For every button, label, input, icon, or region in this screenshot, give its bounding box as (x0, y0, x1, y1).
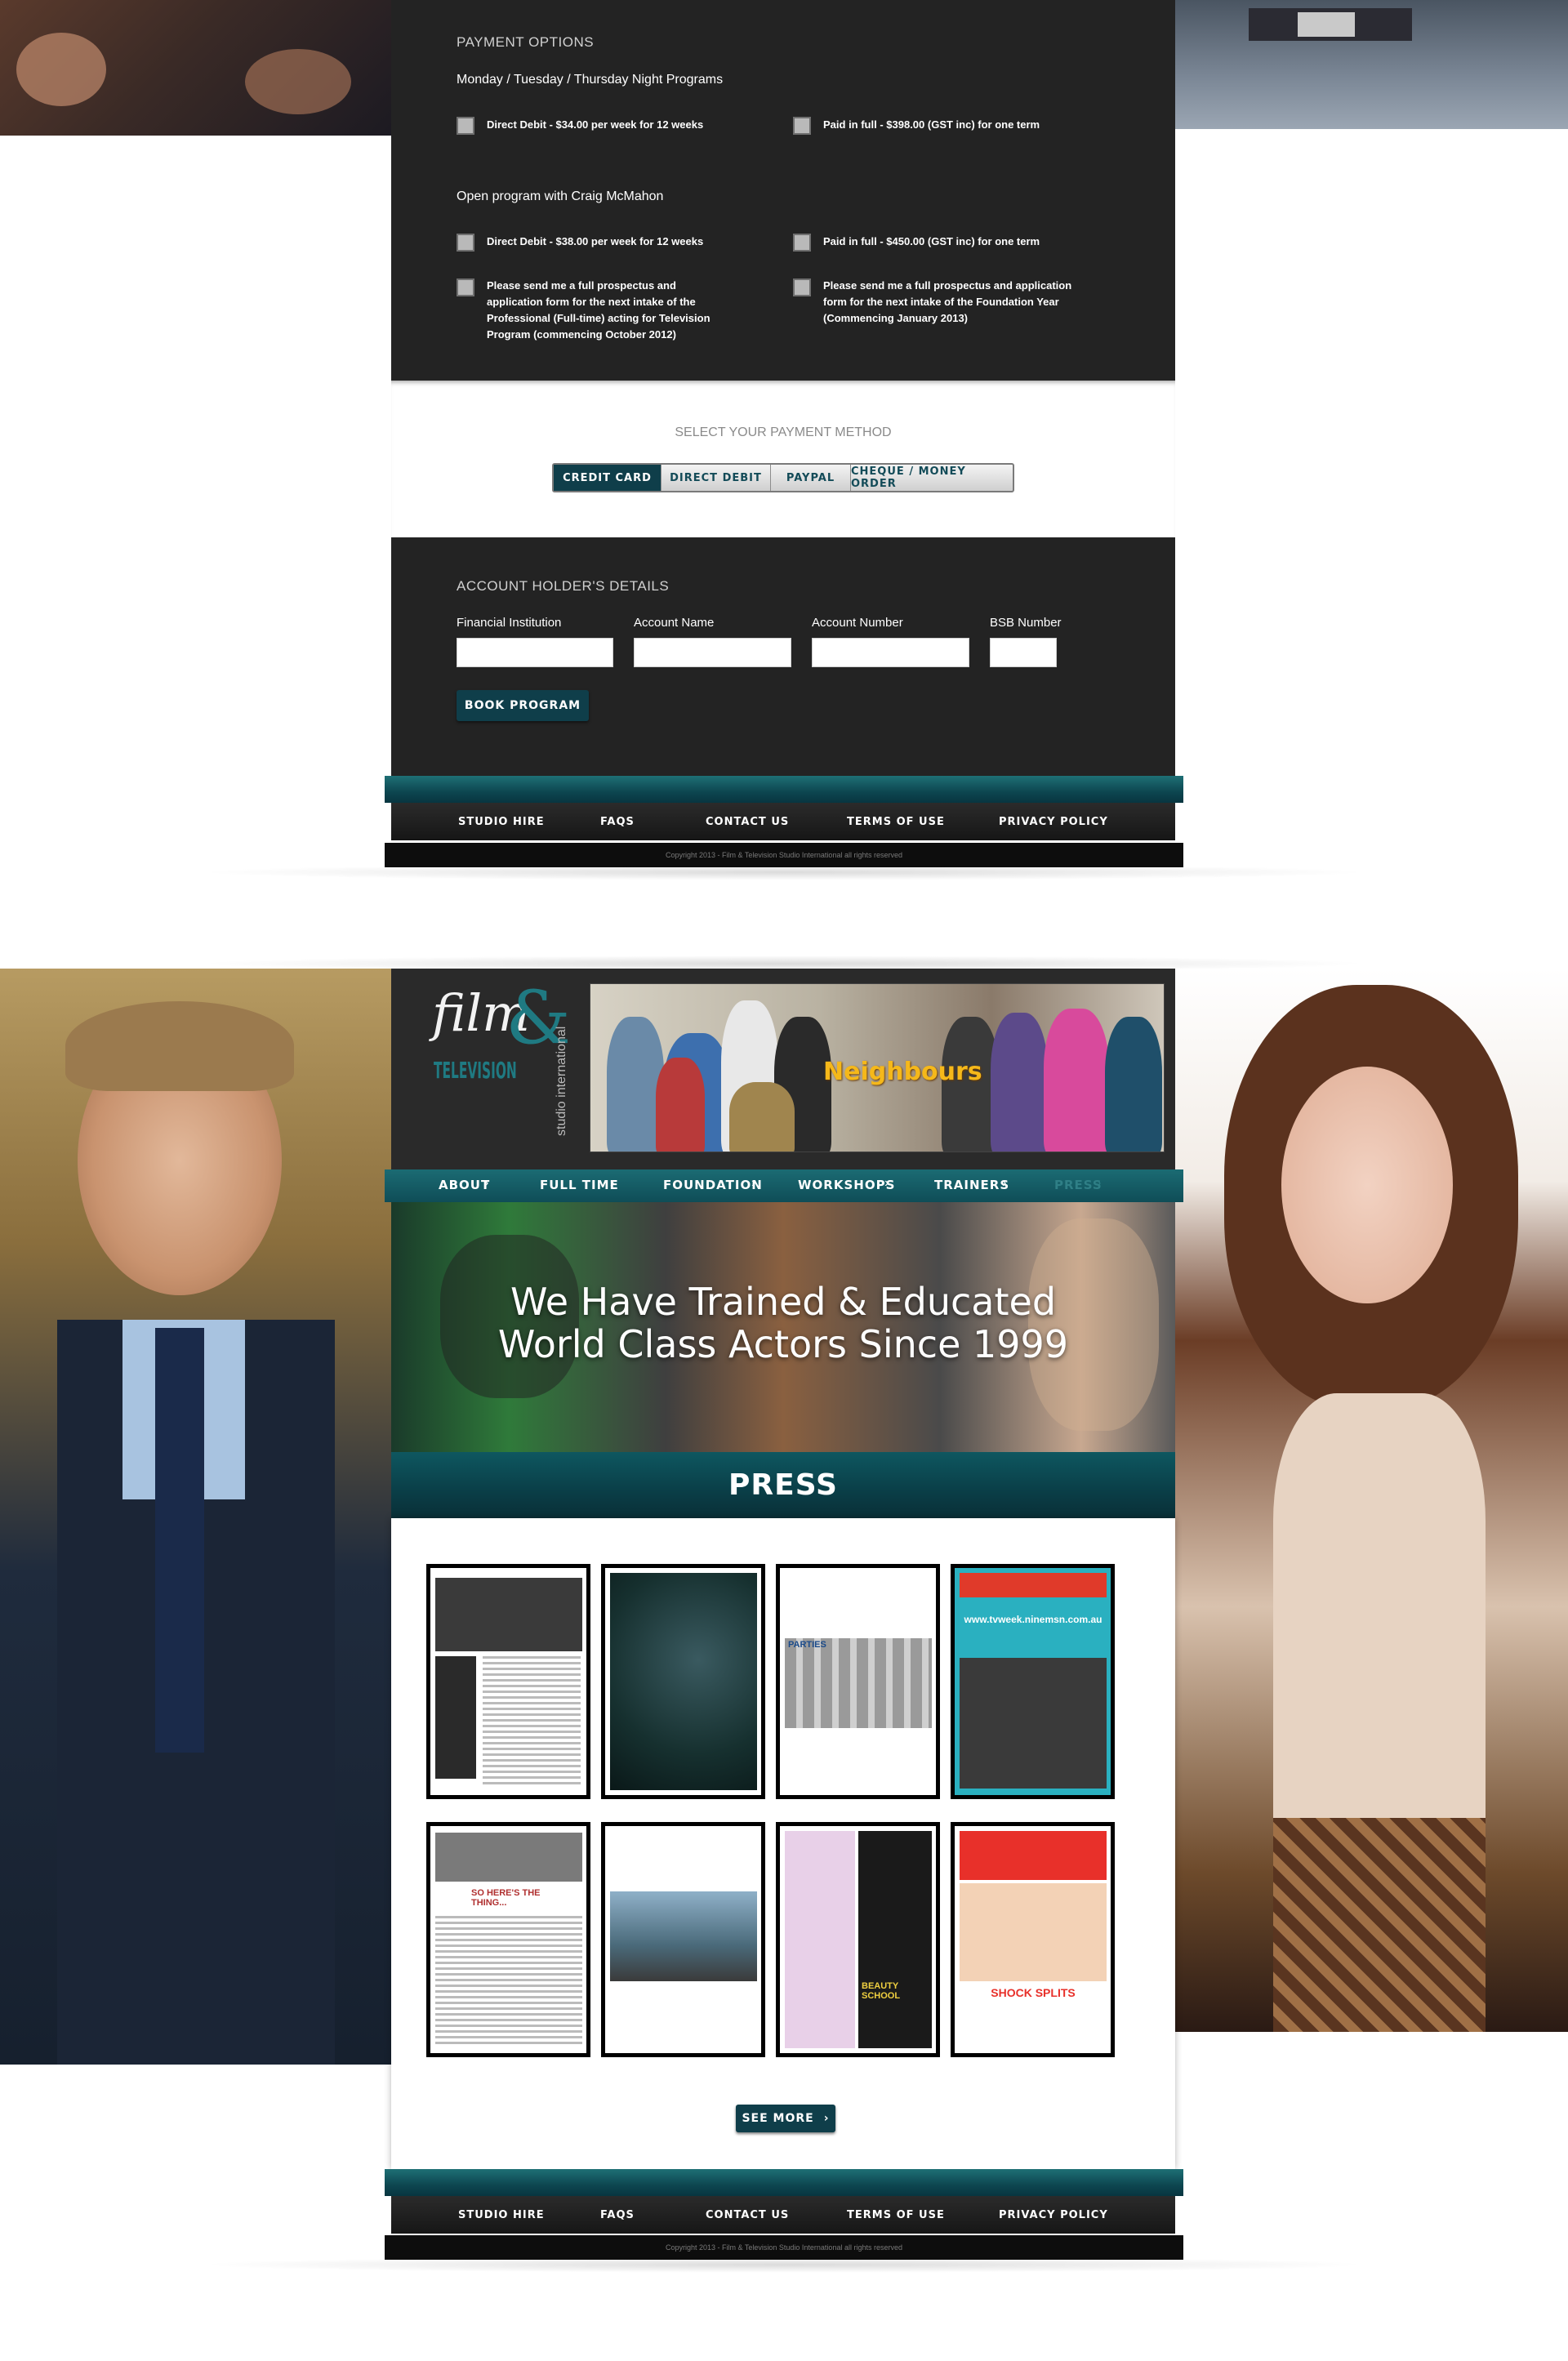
chevron-right-icon: › (1097, 1176, 1102, 1190)
account-holder-heading: ACCOUNT HOLDER'S DETAILS (457, 578, 670, 594)
chevron-right-icon: › (751, 1176, 756, 1190)
nav-item-full-time[interactable]: FULL TIME (540, 1178, 619, 1192)
footer-link-privacy-policy[interactable]: PRIVACY POLICY (999, 2209, 1108, 2221)
banner-neighbours-title: Neighbours (823, 1058, 982, 1086)
bsb-number-input[interactable] (990, 638, 1057, 667)
label-financial-institution: Financial Institution (457, 616, 562, 630)
prospectus-professional-label: Please send me a full prospectus and app… (487, 279, 710, 341)
model-photo-left-top (0, 0, 391, 136)
checkbox-prospectus-foundation[interactable] (793, 278, 811, 296)
financial-institution-input[interactable] (457, 638, 613, 667)
payment-method-panel: SELECT YOUR PAYMENT METHOD (391, 381, 1175, 537)
footer-link-studio-hire[interactable]: STUDIO HIRE (458, 816, 545, 828)
nav-item-press[interactable]: PRESS (1054, 1178, 1102, 1192)
model-photo-right-top (1175, 0, 1568, 129)
press-thumb-caption: SO HERE'S THE THING... (471, 1888, 541, 1908)
see-more-label: SEE MORE (742, 2112, 814, 2125)
group1-paid-in-full-label: Paid in full - $398.00 (GST inc) for one… (823, 118, 1040, 131)
press-content: PARTIES www.tvweek.ninemsn.com.au SO HER… (391, 1518, 1175, 2169)
footer-link-contact-us[interactable]: CONTACT US (706, 2209, 789, 2221)
checkbox-group1-paid-in-full[interactable] (793, 117, 811, 135)
chevron-right-icon: › (1002, 1176, 1007, 1190)
press-thumb-caption: PARTIES (788, 1640, 826, 1650)
book-program-button[interactable]: BOOK PROGRAM (457, 690, 589, 721)
label-account-number: Account Number (812, 616, 903, 630)
group1-title: Monday / Tuesday / Thursday Night Progra… (457, 73, 724, 87)
page-shadow-bottom (196, 2256, 1372, 2273)
chevron-right-icon: › (884, 1176, 889, 1190)
label-account-name: Account Name (634, 616, 715, 630)
payment-method-direct-debit[interactable]: DIRECT DEBIT (662, 465, 771, 491)
group2-paid-in-full-label: Paid in full - $450.00 (GST inc) for one… (823, 235, 1040, 247)
press-thumb[interactable]: BEAUTY SCHOOL (776, 1822, 940, 2057)
press-thumb-caption: www.tvweek.ninemsn.com.au (964, 1614, 1102, 1625)
payment-method-paypal[interactable]: PAYPAL (771, 465, 851, 491)
account-name-input[interactable] (634, 638, 791, 667)
nav-item-about[interactable]: ABOUT (439, 1178, 490, 1192)
page-shadow-top (196, 864, 1372, 880)
press-thumb-caption: BEAUTY SCHOOL (862, 1981, 901, 2001)
main-nav: ABOUT › FULL TIME › FOUNDATION › WORKSHO… (385, 1169, 1183, 1202)
prospectus-foundation-label: Please send me a full prospectus and app… (823, 279, 1072, 324)
nav-item-workshops[interactable]: WORKSHOPS (798, 1178, 895, 1192)
model-photo-right (1175, 969, 1568, 2032)
footer-link-terms-of-use[interactable]: TERMS OF USE (847, 816, 945, 828)
press-thumb[interactable] (601, 1822, 765, 2057)
footer-link-terms-of-use[interactable]: TERMS OF USE (847, 2209, 945, 2221)
footer-accent-bar-top (385, 776, 1183, 803)
payment-method-selector: CREDIT CARD DIRECT DEBIT PAYPAL CHEQUE /… (552, 463, 1014, 492)
checkbox-prospectus-professional[interactable] (457, 278, 474, 296)
footer-link-contact-us[interactable]: CONTACT US (706, 816, 789, 828)
see-more-button[interactable]: SEE MORE › (736, 2105, 835, 2132)
account-holder-panel: ACCOUNT HOLDER'S DETAILS Financial Insti… (391, 537, 1175, 776)
footer-nav-bottom: STUDIO HIRE FAQS CONTACT US TERMS OF USE… (391, 2196, 1175, 2234)
group2-title: Open program with Craig McMahon (457, 189, 664, 203)
nav-item-trainers[interactable]: TRAINERS (934, 1178, 1009, 1192)
hero-headline: We Have Trained & Educated World Class A… (391, 1281, 1175, 1365)
footer-link-studio-hire[interactable]: STUDIO HIRE (458, 2209, 545, 2221)
press-thumb-caption: SHOCK SPLITS (991, 1986, 1076, 1999)
checkbox-group1-direct-debit[interactable] (457, 117, 474, 135)
chevron-right-icon: › (484, 1176, 489, 1190)
payment-method-cheque[interactable]: CHEQUE / MONEY ORDER (851, 465, 1013, 491)
chevron-right-icon: › (823, 2112, 830, 2125)
nav-item-foundation[interactable]: FOUNDATION (663, 1178, 763, 1192)
press-thumb[interactable]: PARTIES (776, 1564, 940, 1799)
group1-direct-debit-label: Direct Debit - $34.00 per week for 12 we… (487, 118, 704, 131)
payment-options-panel: PAYMENT OPTIONS Monday / Tuesday / Thurs… (391, 0, 1175, 381)
press-thumb[interactable] (601, 1564, 765, 1799)
chevron-right-icon: › (610, 1176, 615, 1190)
payment-options-heading: PAYMENT OPTIONS (457, 34, 595, 50)
model-photo-left (0, 969, 391, 2065)
hero-line-1: We Have Trained & Educated (510, 1280, 1057, 1324)
header-banner: Neighbours (590, 983, 1165, 1152)
checkbox-group2-direct-debit[interactable] (457, 234, 474, 252)
payment-method-credit-card[interactable]: CREDIT CARD (554, 465, 662, 491)
hero-line-2: World Class Actors Since 1999 (497, 1322, 1069, 1366)
press-thumb[interactable] (426, 1564, 590, 1799)
payment-method-heading: SELECT YOUR PAYMENT METHOD (675, 425, 892, 439)
footer-nav-top: STUDIO HIRE FAQS CONTACT US TERMS OF USE… (391, 803, 1175, 840)
logo-television-text: TELEVISION (434, 1057, 517, 1084)
press-thumb[interactable]: www.tvweek.ninemsn.com.au (951, 1564, 1115, 1799)
press-thumb[interactable]: SO HERE'S THE THING... (426, 1822, 590, 2057)
group2-direct-debit-label: Direct Debit - $38.00 per week for 12 we… (487, 235, 704, 247)
footer-link-privacy-policy[interactable]: PRIVACY POLICY (999, 816, 1108, 828)
hero-banner: We Have Trained & Educated World Class A… (391, 1202, 1175, 1452)
label-bsb-number: BSB Number (990, 616, 1062, 630)
footer-link-faqs[interactable]: FAQS (600, 2209, 635, 2221)
footer-link-faqs[interactable]: FAQS (600, 816, 635, 828)
press-heading: PRESS (391, 1452, 1175, 1518)
checkbox-group2-paid-in-full[interactable] (793, 234, 811, 252)
logo-studio-international-text: studio international (555, 1026, 568, 1136)
footer-accent-bar-bottom (385, 2169, 1183, 2196)
press-thumb[interactable]: SHOCK SPLITS (951, 1822, 1115, 2057)
account-number-input[interactable] (812, 638, 969, 667)
